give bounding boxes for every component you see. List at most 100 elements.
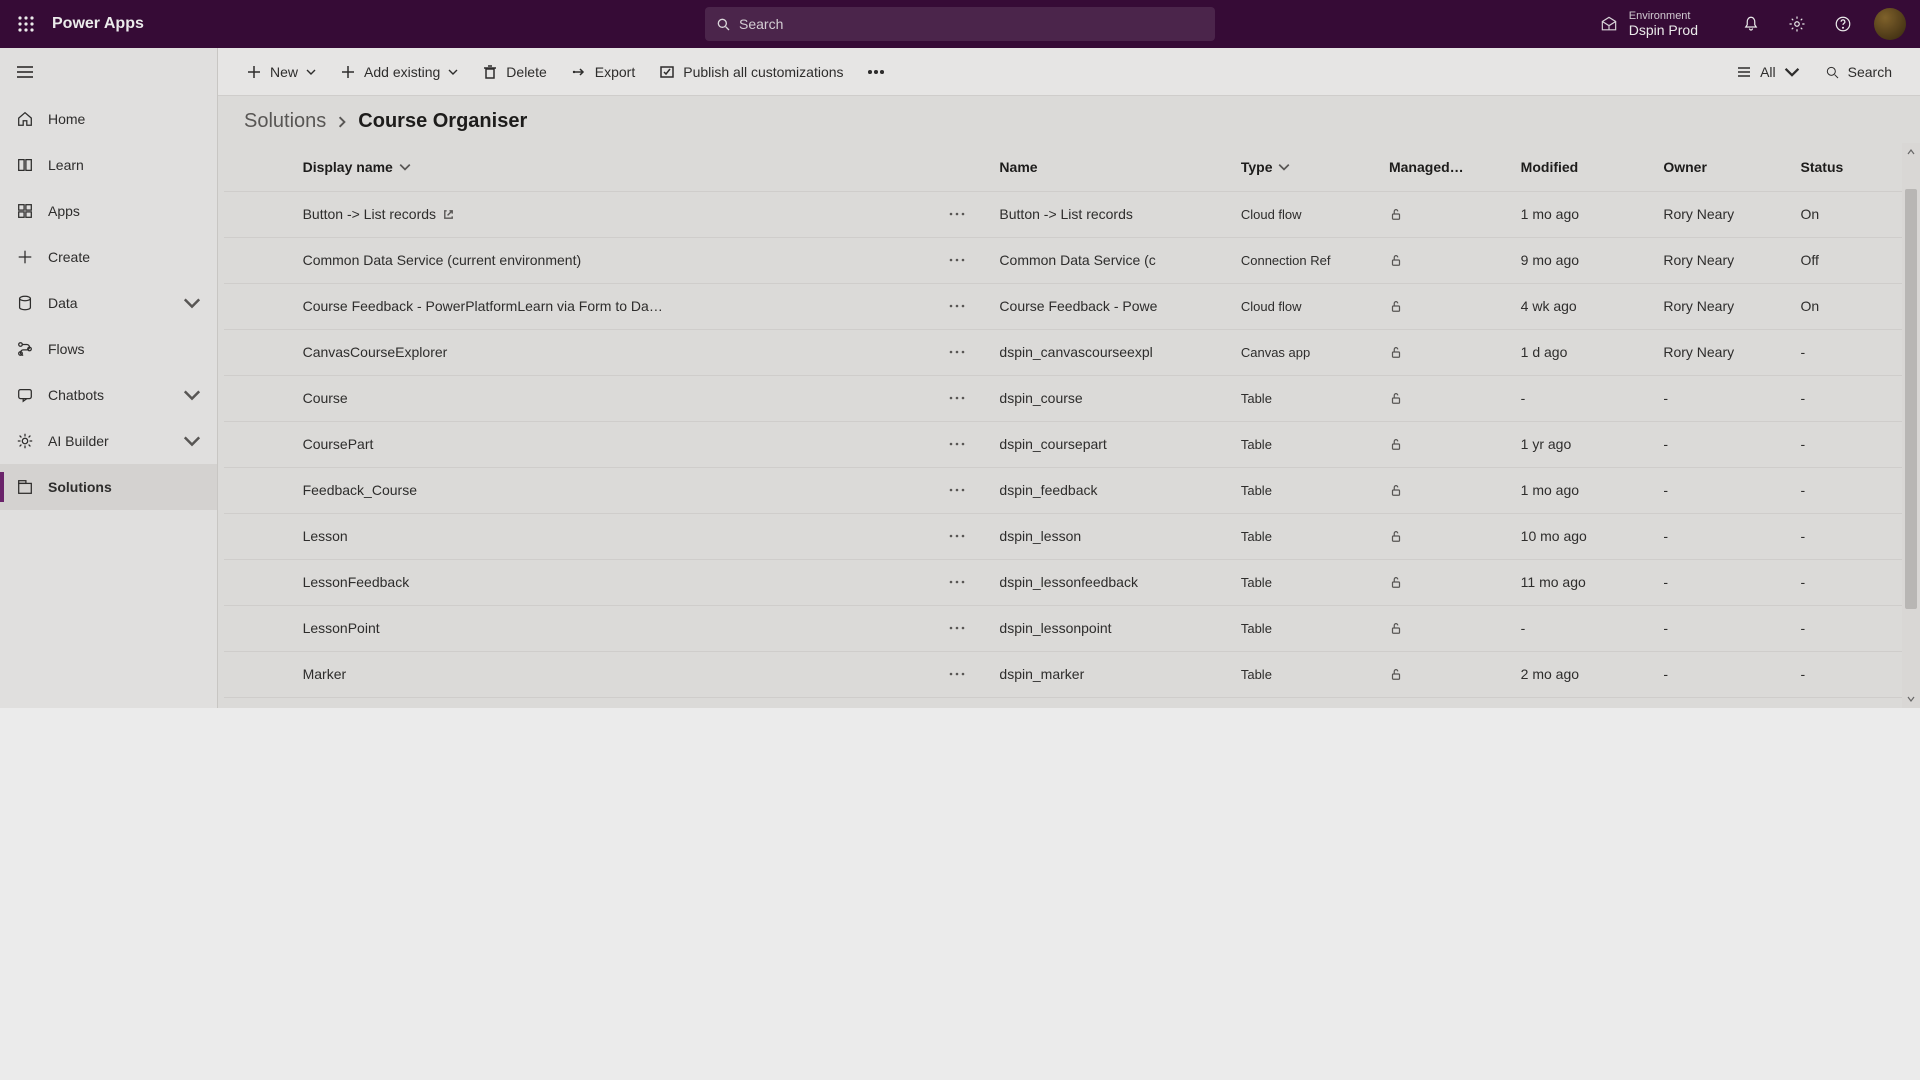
grid-search-label: Search bbox=[1848, 64, 1892, 80]
nav-item-chatbots[interactable]: Chatbots bbox=[0, 372, 217, 418]
delete-label: Delete bbox=[506, 64, 546, 80]
col-name[interactable]: Name bbox=[989, 143, 1230, 191]
row-more-button[interactable] bbox=[949, 396, 965, 400]
lock-open-icon bbox=[1389, 623, 1403, 638]
table-row[interactable]: Feedback_Coursedspin_feedbackTable1 mo a… bbox=[224, 467, 1914, 513]
table-row[interactable]: CoursePartdspin_coursepartTable1 yr ago-… bbox=[224, 421, 1914, 467]
nav-item-create[interactable]: Create bbox=[0, 234, 217, 280]
notifications-button[interactable] bbox=[1730, 0, 1772, 48]
scroll-down-icon[interactable] bbox=[1902, 690, 1920, 708]
row-name: dspin_lessonpoint bbox=[989, 605, 1230, 651]
col-modified[interactable]: Modified bbox=[1511, 143, 1654, 191]
left-nav: HomeLearnApps Create Data FlowsChatbotsAI B… bbox=[0, 48, 218, 708]
row-modified: 9 mo ago bbox=[1511, 237, 1654, 283]
row-status: On bbox=[1791, 283, 1915, 329]
row-display-name[interactable]: Course bbox=[303, 390, 348, 406]
add-existing-button[interactable]: Add existing bbox=[330, 48, 468, 95]
row-display-name[interactable]: Lesson bbox=[303, 528, 348, 544]
publish-all-button[interactable]: Publish all customizations bbox=[649, 48, 853, 95]
nav-item-flows[interactable]: Flows bbox=[0, 326, 217, 372]
more-commands-button[interactable] bbox=[858, 48, 894, 95]
help-button[interactable] bbox=[1822, 0, 1864, 48]
nav-item-solutions[interactable]: Solutions bbox=[0, 464, 217, 510]
settings-button[interactable] bbox=[1776, 0, 1818, 48]
row-display-name[interactable]: CoursePart bbox=[303, 436, 374, 452]
view-filter-button[interactable]: All bbox=[1726, 48, 1810, 95]
table-row[interactable]: LessonPointdspin_lessonpointTable--- bbox=[224, 605, 1914, 651]
row-display-name[interactable]: Feedback_Course bbox=[303, 482, 417, 498]
row-status: - bbox=[1791, 467, 1915, 513]
nav-toggle-button[interactable] bbox=[0, 48, 217, 96]
table-row[interactable]: Button -> List recordsButton -> List rec… bbox=[224, 191, 1914, 237]
col-type[interactable]: Type bbox=[1231, 143, 1379, 191]
row-type: Canvas app bbox=[1231, 329, 1379, 375]
app-launcher-icon[interactable] bbox=[10, 8, 42, 40]
row-more-button[interactable] bbox=[949, 304, 965, 308]
nav-item-apps[interactable]: Apps bbox=[0, 188, 217, 234]
nav-item-data[interactable]: Data bbox=[0, 280, 217, 326]
global-search-input[interactable] bbox=[739, 16, 1205, 32]
grid-search-button[interactable]: Search bbox=[1814, 48, 1902, 95]
row-more-button[interactable] bbox=[949, 258, 965, 262]
row-more-button[interactable] bbox=[949, 672, 965, 676]
scroll-up-icon[interactable] bbox=[1902, 143, 1920, 161]
row-display-name[interactable]: Marker bbox=[303, 666, 347, 682]
breadcrumb: Solutions Course Organiser bbox=[244, 110, 1894, 133]
add-existing-label: Add existing bbox=[364, 64, 440, 80]
row-more-button[interactable] bbox=[949, 534, 965, 538]
environment-picker[interactable]: Environment Dspin Prod bbox=[1587, 6, 1710, 43]
row-display-name[interactable]: Course Feedback - PowerPlatformLearn via… bbox=[303, 298, 663, 314]
row-display-name[interactable]: Common Data Service (current environment… bbox=[303, 252, 582, 268]
create-icon bbox=[16, 248, 34, 266]
user-avatar[interactable] bbox=[1874, 8, 1906, 40]
nav-item-label: Data bbox=[48, 295, 78, 311]
col-owner[interactable]: Owner bbox=[1653, 143, 1790, 191]
breadcrumb-root[interactable]: Solutions bbox=[244, 110, 326, 133]
row-more-button[interactable] bbox=[949, 626, 965, 630]
row-name: dspin_lesson bbox=[989, 513, 1230, 559]
nav-item-aibuilder[interactable]: AI Builder bbox=[0, 418, 217, 464]
col-managed[interactable]: Managed… bbox=[1379, 143, 1511, 191]
row-display-name[interactable]: Button -> List records bbox=[303, 206, 436, 222]
row-more-button[interactable] bbox=[949, 442, 965, 446]
open-external-icon[interactable] bbox=[436, 208, 455, 221]
row-display-name[interactable]: CanvasCourseExplorer bbox=[303, 344, 448, 360]
table-row[interactable]: Coursedspin_courseTable--- bbox=[224, 375, 1914, 421]
row-status: On bbox=[1791, 191, 1915, 237]
row-managed bbox=[1379, 375, 1511, 421]
table-row[interactable]: Lessondspin_lessonTable10 mo ago-- bbox=[224, 513, 1914, 559]
lock-open-icon bbox=[1389, 577, 1403, 592]
nav-item-label: Create bbox=[48, 249, 90, 265]
row-more-button[interactable] bbox=[949, 488, 965, 492]
row-display-name[interactable]: LessonFeedback bbox=[303, 574, 410, 590]
global-search[interactable] bbox=[705, 7, 1215, 41]
table-row[interactable]: CanvasCourseExplorerdspin_canvascourseex… bbox=[224, 329, 1914, 375]
row-type: Connection Ref bbox=[1231, 237, 1379, 283]
nav-item-home[interactable]: Home bbox=[0, 96, 217, 142]
table-row[interactable]: LessonFeedbackdspin_lessonfeedbackTable1… bbox=[224, 559, 1914, 605]
row-owner: - bbox=[1653, 421, 1790, 467]
row-modified: 1 d ago bbox=[1511, 329, 1654, 375]
row-more-button[interactable] bbox=[949, 350, 965, 354]
col-display-name[interactable]: Display name bbox=[293, 143, 924, 191]
scrollbar-thumb[interactable] bbox=[1905, 189, 1917, 609]
row-type: Table bbox=[1231, 421, 1379, 467]
search-icon bbox=[715, 16, 731, 32]
table-row[interactable]: Common Data Service (current environment… bbox=[224, 237, 1914, 283]
row-display-name[interactable]: LessonPoint bbox=[303, 620, 380, 636]
col-status[interactable]: Status bbox=[1791, 143, 1915, 191]
new-button[interactable]: New bbox=[236, 48, 326, 95]
row-more-button[interactable] bbox=[949, 212, 965, 216]
table-row[interactable]: Markerdspin_markerTable2 mo ago-- bbox=[224, 651, 1914, 697]
row-modified: 1 mo ago bbox=[1511, 467, 1654, 513]
table-row[interactable]: Course Feedback - PowerPlatformLearn via… bbox=[224, 283, 1914, 329]
row-type: Table bbox=[1231, 375, 1379, 421]
nav-item-learn[interactable]: Learn bbox=[0, 142, 217, 188]
vertical-scrollbar[interactable] bbox=[1902, 143, 1920, 708]
row-more-button[interactable] bbox=[949, 580, 965, 584]
export-button[interactable]: Export bbox=[561, 48, 645, 95]
delete-button[interactable]: Delete bbox=[472, 48, 556, 95]
lock-open-icon bbox=[1389, 485, 1403, 500]
brand-title[interactable]: Power Apps bbox=[52, 15, 144, 33]
data-icon bbox=[16, 294, 34, 312]
